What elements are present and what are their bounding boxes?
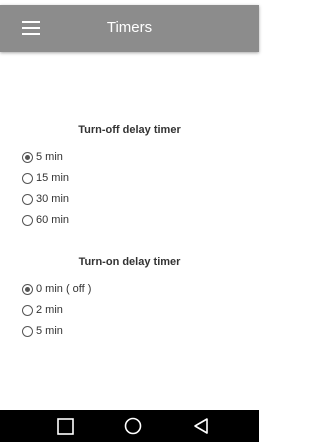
back-triangle-icon[interactable] — [180, 410, 220, 442]
option-label: 30 min — [36, 193, 70, 205]
turn-off-option-15-min[interactable]: 15 min — [22, 170, 69, 186]
turn-off-option-5-min[interactable]: 5 min — [22, 149, 63, 165]
radio-button-selected[interactable] — [22, 151, 33, 163]
radio-button-selected[interactable] — [22, 283, 33, 295]
option-label: 0 min ( off ) — [36, 283, 92, 295]
option-label: 60 min — [36, 214, 70, 226]
option-label: 15 min — [36, 172, 70, 184]
home-circle-icon[interactable] — [113, 410, 153, 442]
option-label: 5 min — [36, 151, 63, 163]
turn-on-section-title: Turn-on delay timer — [78, 256, 181, 268]
turn-off-section-title: Turn-off delay timer — [78, 124, 181, 136]
turn-on-option-2-min[interactable]: 2 min — [22, 302, 63, 318]
radio-button[interactable] — [22, 193, 33, 205]
radio-button[interactable] — [22, 172, 33, 184]
radio-button[interactable] — [22, 304, 33, 316]
radio-button[interactable] — [22, 325, 33, 337]
radio-button[interactable] — [22, 214, 33, 226]
turn-off-option-60-min[interactable]: 60 min — [22, 212, 69, 228]
turn-on-option-0-min[interactable]: 0 min ( off ) — [22, 281, 91, 297]
recents-square-icon[interactable] — [46, 410, 86, 442]
turn-on-option-5-min[interactable]: 5 min — [22, 323, 63, 339]
page-title: Timers — [106, 19, 153, 36]
navigation-bar — [0, 410, 259, 442]
app-bar: Timers — [0, 5, 259, 52]
option-label: 5 min — [36, 325, 63, 337]
option-label: 2 min — [36, 304, 63, 316]
turn-off-option-30-min[interactable]: 30 min — [22, 191, 69, 207]
